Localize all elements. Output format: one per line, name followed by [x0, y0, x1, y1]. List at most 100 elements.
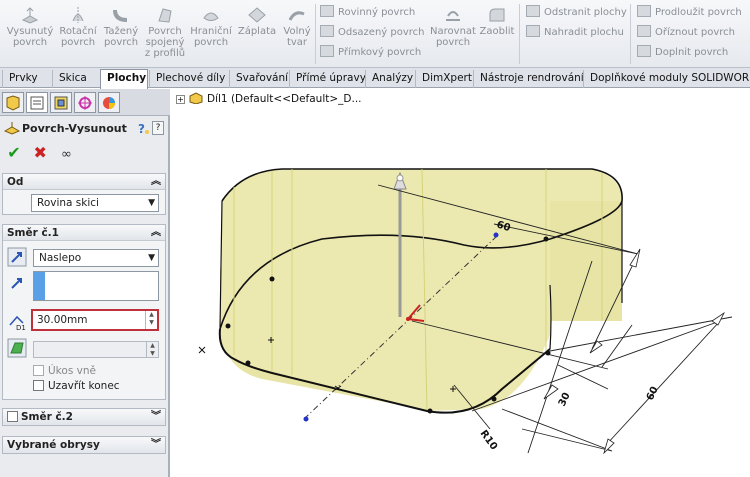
- freeform-button[interactable]: Volný tvar: [280, 6, 314, 64]
- dimension-30[interactable]: 30: [557, 391, 573, 408]
- property-manager-icon: [30, 96, 44, 110]
- feature-header: Povrch-Vysunout ? ?: [2, 119, 166, 138]
- direction-selection-box[interactable]: [33, 271, 159, 301]
- extruded-surface-icon: [4, 122, 20, 135]
- property-manager: Povrch-Vysunout ? ? ✔ ✖ ∞ Od ︽ Rovina ski…: [0, 89, 170, 477]
- help-button[interactable]: ?: [152, 121, 164, 135]
- selected-contours-group: Vybrané obrysy ︾: [2, 436, 166, 454]
- untrim-surface-icon: [637, 45, 651, 57]
- tab-sketch[interactable]: Skica: [52, 70, 100, 88]
- fillet-button[interactable]: Zaoblit: [478, 6, 516, 64]
- svg-text:?: ?: [138, 122, 145, 135]
- selected-contours-header[interactable]: Vybrané obrysy ︾: [3, 437, 165, 453]
- boundary-surface-button[interactable]: Hraniční povrch: [188, 6, 234, 64]
- confirm-row: ✔ ✖ ∞: [4, 144, 79, 164]
- replace-face-button[interactable]: Nahradit plochu: [526, 24, 624, 42]
- lofted-surface-button[interactable]: Povrch spojený z profilů: [142, 6, 188, 64]
- extruded-surface-button[interactable]: Vysunutý povrch: [4, 6, 56, 64]
- dropdown-arrow-icon: ▼: [148, 253, 155, 263]
- collapse-chevron-icon[interactable]: ︽: [151, 225, 161, 241]
- revolved-surface-button[interactable]: Rotační povrch: [56, 6, 100, 64]
- expand-chevron-icon[interactable]: ︾: [151, 437, 161, 453]
- from-group: Od ︽ Rovina skici ▼: [2, 173, 166, 215]
- draft-angle-input[interactable]: ▲ ▼: [33, 341, 159, 358]
- tab-surfaces[interactable]: Plochy: [100, 69, 148, 89]
- fill-patch-button[interactable]: Záplata: [234, 6, 280, 64]
- delete-face-button[interactable]: Odstranit plochy: [526, 4, 627, 22]
- extend-surface-icon: [637, 5, 651, 17]
- model-view: 60 60 30 R10: [198, 168, 733, 455]
- help-icon[interactable]: ?: [136, 121, 150, 135]
- ribbon-separator: [315, 4, 316, 64]
- trim-surface-icon: [637, 25, 651, 37]
- check-icon[interactable]: ✔: [4, 144, 24, 162]
- feature-tree-icon: [6, 95, 20, 111]
- property-manager-tab[interactable]: [26, 92, 48, 113]
- tab-weldments[interactable]: Svařování: [229, 70, 289, 88]
- dimxpert-manager-tab[interactable]: [74, 92, 96, 113]
- offset-surface-button[interactable]: Odsazený povrch: [320, 24, 425, 42]
- trim-surface-button[interactable]: Oříznout povrch: [637, 24, 735, 42]
- feature-title: Povrch-Vysunout: [22, 122, 127, 135]
- svg-text:D1: D1: [16, 324, 26, 331]
- direction1-group: Směr č.1 ︽ Naslepo ▼ D1 30.00mm ▲ ▼ ▲ ▼ Úkos…: [2, 224, 166, 400]
- command-manager-tabs: Prvky Skica Plochy Plechové díly Svařová…: [0, 68, 750, 89]
- from-group-header[interactable]: Od ︽: [3, 174, 165, 190]
- display-manager-icon: [103, 97, 115, 109]
- flatten-surface-icon: [446, 11, 460, 21]
- revolved-surface-icon: [72, 7, 84, 23]
- selection-focus-bar: [34, 272, 45, 300]
- depth-spinner[interactable]: ▲ ▼: [145, 311, 157, 329]
- tab-render-tools[interactable]: Nástroje rendrování: [473, 70, 584, 88]
- planar-surface-icon: [320, 5, 334, 17]
- cap-end-checkbox[interactable]: Uzavřít konec: [33, 380, 120, 392]
- configuration-manager-tab[interactable]: [50, 92, 72, 113]
- graphics-area[interactable]: + Díl1 (Default<<Default>_D... 60 60 30 …: [172, 89, 750, 477]
- draft-outward-checkbox[interactable]: Úkos vně: [33, 365, 96, 377]
- ruled-surface-button[interactable]: Přímkový povrch: [320, 44, 421, 62]
- manager-tabs: [0, 89, 170, 116]
- tab-features[interactable]: Prvky: [2, 70, 52, 88]
- depth-input[interactable]: 30.00mm ▲ ▼: [31, 309, 159, 331]
- feature-manager-tab[interactable]: [2, 92, 24, 113]
- ribbon-separator: [519, 4, 520, 64]
- glasses-icon[interactable]: ∞: [56, 146, 76, 164]
- swept-surface-icon: [113, 9, 128, 22]
- direction2-group: Směr č.2 ︾: [2, 408, 166, 426]
- tab-direct-editing[interactable]: Přímé úpravy: [289, 70, 366, 88]
- end-condition-select[interactable]: Naslepo ▼: [33, 249, 159, 267]
- command-ribbon: Vysunutý povrch Rotační povrch Tažený povrc…: [0, 0, 750, 68]
- extend-surface-button[interactable]: Prodloužit povrch: [637, 4, 742, 22]
- collapse-chevron-icon[interactable]: ︽: [151, 174, 161, 190]
- dropdown-arrow-icon: ▼: [148, 198, 155, 208]
- untrim-surface-button[interactable]: Doplnit povrch: [637, 44, 728, 62]
- swept-surface-button[interactable]: Tažený povrch: [100, 6, 142, 64]
- display-manager-tab[interactable]: [98, 92, 120, 113]
- reverse-direction-icon[interactable]: [7, 247, 27, 267]
- start-condition-select[interactable]: Rovina skici ▼: [31, 194, 159, 212]
- planar-surface-button[interactable]: Rovinný povrch: [320, 4, 415, 22]
- tab-sheet-metal[interactable]: Plechové díly: [149, 70, 229, 88]
- tab-dimxpert[interactable]: DimXpert: [415, 70, 473, 88]
- expand-chevron-icon[interactable]: ︾: [151, 409, 161, 425]
- direction1-group-header[interactable]: Směr č.1 ︽: [3, 225, 165, 241]
- extruded-surface-icon: [21, 7, 39, 24]
- dimxpert-icon: [78, 96, 92, 110]
- flatten-surface-button[interactable]: Narovnat povrch: [428, 6, 478, 64]
- direction-vector-icon: [11, 278, 22, 289]
- direction2-group-header[interactable]: Směr č.2 ︾: [3, 409, 165, 425]
- ruled-surface-icon: [320, 45, 334, 57]
- draft-spinner[interactable]: ▲ ▼: [146, 342, 158, 357]
- tab-evaluate[interactable]: Analýzy: [365, 70, 415, 88]
- depth-icon: D1: [9, 315, 26, 331]
- patch-icon: [248, 7, 266, 23]
- x-icon[interactable]: ✖: [30, 144, 50, 162]
- offset-surface-icon: [320, 25, 334, 37]
- ribbon-separator: [630, 4, 631, 64]
- boundary-surface-icon: [203, 12, 219, 21]
- tab-solidworks-addins[interactable]: Doplňkové moduly SOLIDWORKS: [583, 70, 750, 88]
- dimension-r10[interactable]: R10: [478, 428, 500, 452]
- direction2-checkbox[interactable]: [7, 411, 18, 422]
- draft-icon[interactable]: [7, 338, 27, 358]
- fillet-icon: [489, 8, 505, 22]
